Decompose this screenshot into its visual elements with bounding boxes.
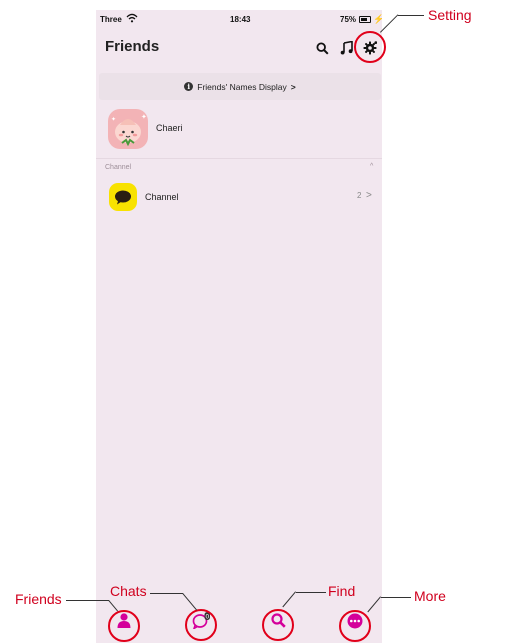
friend-row[interactable]: ✦ ✦ Chaeri: [96, 107, 382, 153]
find-highlight-circle: [262, 609, 294, 641]
friends-annotation-label: Friends: [15, 591, 62, 607]
find-annotation-label: Find: [328, 583, 356, 599]
friends-names-display-banner[interactable]: i Friends' Names Display >: [99, 73, 381, 100]
more-highlight-circle: [339, 610, 371, 642]
avatar: ✦ ✦: [108, 109, 148, 149]
channel-section-label: Channel: [105, 164, 132, 171]
search-icon[interactable]: [312, 38, 332, 58]
svg-text:✦: ✦: [111, 116, 116, 123]
more-annotation-label: More: [414, 588, 446, 604]
friend-name: Chaeri: [156, 123, 183, 133]
svg-text:✦: ✦: [141, 113, 147, 121]
setting-highlight-circle: [354, 31, 386, 63]
charging-icon: ⚡: [373, 14, 382, 24]
header-actions: [96, 38, 382, 58]
chevron-right-icon: >: [366, 190, 372, 201]
channel-name: Channel: [145, 192, 179, 202]
carrier-label: Three: [100, 15, 122, 24]
battery-icon: [359, 16, 371, 23]
friends-highlight-circle: [108, 610, 140, 642]
info-icon: i: [184, 82, 194, 91]
names-display-label: Friends' Names Display: [197, 81, 287, 92]
find-callout-line: [296, 592, 326, 593]
chats-highlight-circle: [185, 609, 217, 641]
music-note-icon[interactable]: [336, 38, 356, 58]
channel-row[interactable]: Channel 2 >: [96, 180, 382, 216]
setting-callout-line: [398, 15, 424, 16]
wifi-icon: [126, 13, 138, 25]
channel-icon: [109, 183, 137, 211]
setting-annotation-label: Setting: [428, 7, 472, 23]
phone-screen: Three 18:43 75% ⚡ Friends i Friends' Nam…: [96, 10, 382, 643]
chevron-right-icon: >: [290, 81, 296, 92]
status-bar: Three 18:43 75% ⚡: [96, 13, 382, 28]
chats-annotation-label: Chats: [110, 583, 147, 599]
clock: 18:43: [230, 15, 251, 24]
collapse-caret-icon[interactable]: ^: [370, 163, 373, 170]
more-callout-line: [381, 597, 411, 598]
battery-percent: 75%: [340, 15, 357, 24]
chats-callout-line: [150, 593, 183, 594]
channel-count: 2: [357, 191, 362, 200]
setting-callout-line: [380, 14, 399, 33]
friends-callout-line: [66, 600, 109, 601]
divider: [96, 158, 382, 159]
